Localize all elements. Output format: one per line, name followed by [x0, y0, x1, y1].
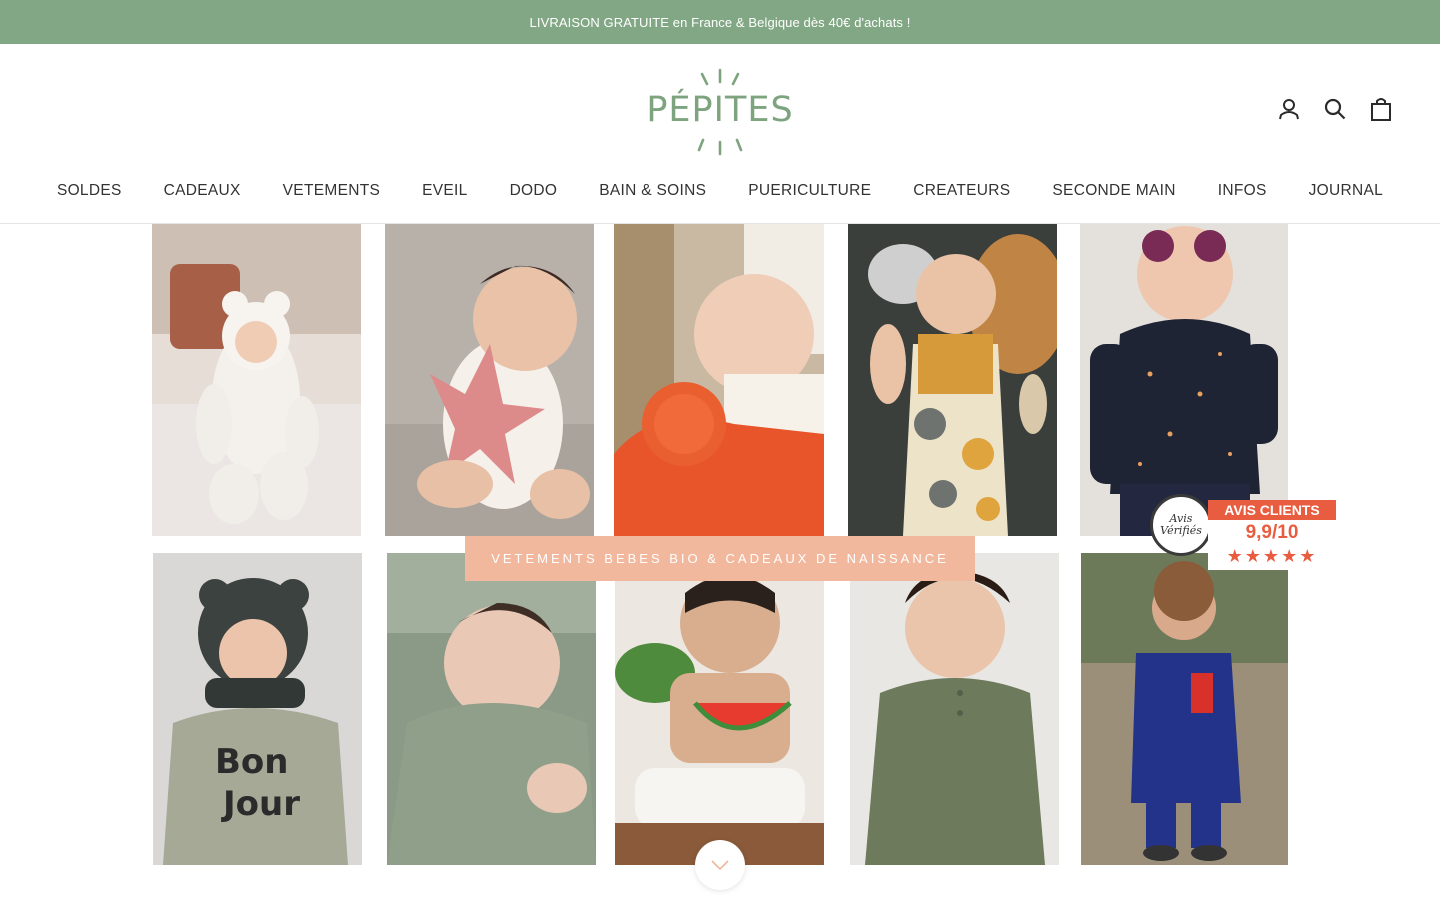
main-nav: SOLDES CADEAUX VETEMENTS EVEIL DODO BAIN…: [0, 182, 1440, 200]
photo-baby-white-teddy-suit[interactable]: [152, 224, 361, 536]
nav-item-dodo[interactable]: DODO: [510, 182, 558, 200]
photo-baby-bear-hood-bonjour[interactable]: Bon Jour: [153, 553, 362, 865]
nav-item-soldes[interactable]: SOLDES: [57, 182, 122, 200]
cart-icon[interactable]: [1368, 96, 1394, 122]
hero-collage: Bon Jour Avis Vérifiés AVIS CLIENTS 9,9/…: [0, 224, 1440, 900]
photo-baby-pink-starfish-toy[interactable]: [385, 224, 594, 536]
photo-toddler-star-sweater[interactable]: [1080, 224, 1288, 536]
announcement-bar: LIVRAISON GRATUITE en France & Belgique …: [0, 0, 1440, 44]
nav-item-bain-soins[interactable]: BAIN & SOINS: [599, 182, 706, 200]
site-header: PÉPITES SOLDES CADEAUX VETEMENTS EVEIL D…: [0, 44, 1440, 224]
nav-item-puericulture[interactable]: PUERICULTURE: [748, 182, 871, 200]
svg-text:Bon: Bon: [215, 742, 288, 782]
verified-reviews-seal: Avis Vérifiés: [1150, 494, 1212, 556]
announcement-text: LIVRAISON GRATUITE en France & Belgique …: [529, 14, 911, 30]
reviews-panel: AVIS CLIENTS 9,9/10 ★★★★★: [1208, 500, 1336, 570]
reviews-title: AVIS CLIENTS: [1208, 500, 1336, 520]
account-icon[interactable]: [1276, 96, 1302, 122]
reviews-stars-icon: ★★★★★: [1226, 546, 1318, 566]
nav-item-seconde-main[interactable]: SECONDE MAIN: [1052, 182, 1175, 200]
scroll-down-button[interactable]: [695, 840, 745, 890]
chevron-down-icon: [711, 860, 729, 871]
search-icon[interactable]: [1322, 96, 1348, 122]
logo-text: PÉPITES: [646, 90, 794, 130]
nav-item-eveil[interactable]: EVEIL: [422, 182, 467, 200]
nav-item-cadeaux[interactable]: CADEAUX: [164, 182, 241, 200]
svg-text:Jour: Jour: [221, 784, 300, 824]
hero-cta-button[interactable]: VETEMENTS BEBES BIO & CADEAUX DE NAISSAN…: [465, 536, 975, 581]
photo-baby-watermelon-toy[interactable]: [615, 553, 824, 865]
nav-item-infos[interactable]: INFOS: [1218, 182, 1267, 200]
photo-baby-khaki-jumpsuit[interactable]: [850, 553, 1059, 865]
header-actions: [1276, 96, 1394, 122]
seal-line-2: Vérifiés: [1160, 524, 1202, 537]
nav-item-vetements[interactable]: VETEMENTS: [283, 182, 380, 200]
photo-newborn-knit-sage[interactable]: [387, 553, 596, 865]
reviews-badge[interactable]: Avis Vérifiés AVIS CLIENTS 9,9/10 ★★★★★: [1148, 492, 1338, 572]
photo-baby-jungle-dungarees[interactable]: [848, 224, 1057, 536]
nav-item-journal[interactable]: JOURNAL: [1309, 182, 1383, 200]
photo-toddler-blue-overall[interactable]: [1081, 553, 1288, 865]
photo-baby-orange-lion-doudou[interactable]: [614, 224, 824, 536]
site-logo[interactable]: PÉPITES: [640, 64, 800, 160]
reviews-score: 9,9/10: [1245, 522, 1299, 543]
nav-item-createurs[interactable]: CREATEURS: [913, 182, 1010, 200]
